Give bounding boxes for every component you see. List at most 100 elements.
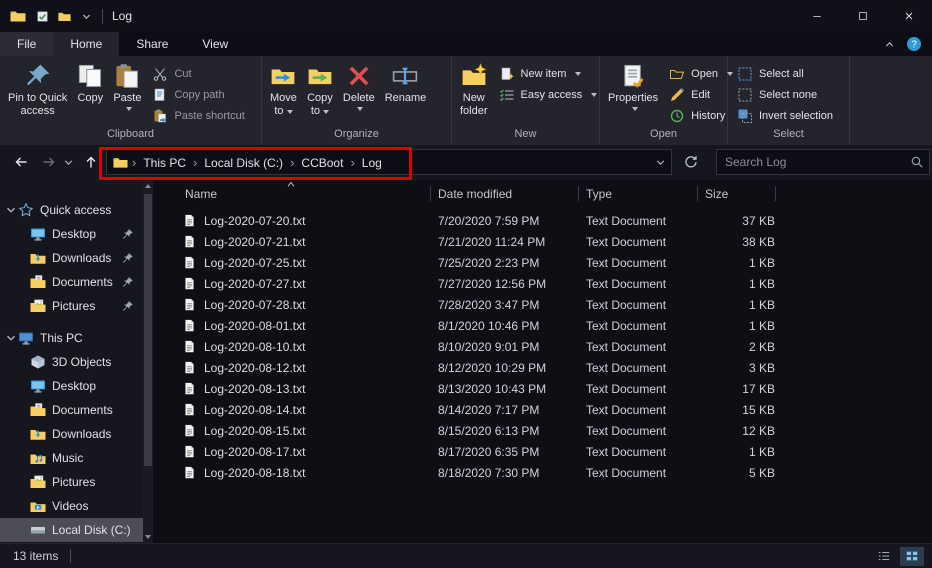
sidebar-item-music[interactable]: Music (0, 446, 143, 470)
sidebar-item-local-disk-c[interactable]: Local Disk (C:) (0, 518, 143, 542)
tab-view[interactable]: View (185, 32, 245, 56)
help-icon[interactable]: ? (906, 36, 922, 52)
file-type: Text Document (578, 277, 697, 291)
breadcrumb-chevron-icon[interactable]: › (286, 155, 298, 170)
sidebar-item-documents[interactable]: Documents (0, 398, 143, 422)
file-row[interactable]: Log-2020-08-10.txt8/10/2020 9:01 PMText … (153, 336, 932, 357)
new-item-button[interactable]: New item (493, 63, 604, 84)
file-name: Log-2020-08-14.txt (204, 403, 305, 417)
column-divider[interactable] (697, 186, 698, 201)
file-row[interactable]: Log-2020-08-01.txt8/1/2020 10:46 PMText … (153, 315, 932, 336)
copy-button[interactable]: Copy (72, 59, 108, 105)
ribbon: Pin to Quick access Copy Paste Cut (0, 56, 932, 145)
sidebar-item-desktop[interactable]: Desktop (0, 374, 143, 398)
select-none-button[interactable]: Select none (731, 84, 839, 105)
up-button[interactable] (78, 149, 104, 175)
column-header-type[interactable]: Type (578, 187, 697, 201)
file-row[interactable]: Log-2020-07-21.txt7/21/2020 11:24 PMText… (153, 231, 932, 252)
thumbnails-view-button[interactable] (900, 547, 924, 566)
breadcrumb-item[interactable]: Local Disk (C:) (201, 156, 286, 170)
details-view-button[interactable] (872, 547, 896, 566)
sidebar-item-quick-access[interactable]: Quick access (0, 198, 143, 222)
file-row[interactable]: Log-2020-07-28.txt7/28/2020 3:47 PMText … (153, 294, 932, 315)
file-row[interactable]: Log-2020-08-18.txt8/18/2020 7:30 PMText … (153, 462, 932, 483)
file-type: Text Document (578, 235, 697, 249)
recent-locations-button[interactable] (60, 149, 76, 175)
sidebar-item-desktop[interactable]: Desktop (0, 222, 143, 246)
file-row[interactable]: Log-2020-08-14.txt8/14/2020 7:17 PMText … (153, 399, 932, 420)
refresh-button[interactable] (678, 149, 704, 175)
tab-home[interactable]: Home (53, 32, 119, 56)
address-dropdown-chevron-icon[interactable] (654, 156, 667, 169)
forward-button[interactable] (36, 149, 62, 175)
text-file-icon (183, 297, 196, 312)
column-divider[interactable] (775, 186, 776, 201)
move-to-button[interactable]: Move to (265, 59, 302, 118)
sidebar-item-videos[interactable]: Videos (0, 494, 143, 518)
delete-button[interactable]: Delete (338, 59, 380, 113)
ribbon-group-open: Properties Open Edit History (600, 56, 728, 145)
column-divider[interactable] (578, 186, 579, 201)
file-row[interactable]: Log-2020-07-27.txt7/27/2020 12:56 PMText… (153, 273, 932, 294)
file-name: Log-2020-08-10.txt (204, 340, 305, 354)
breadcrumb-item[interactable]: This PC (140, 156, 189, 170)
file-row[interactable]: Log-2020-08-12.txt8/12/2020 10:29 PMText… (153, 357, 932, 378)
breadcrumb-chevron-icon[interactable]: › (189, 155, 201, 170)
sidebar-item-this-pc[interactable]: This PC (0, 326, 143, 350)
address-bar[interactable]: ›This PC›Local Disk (C:)›CCBoot›Log (106, 149, 672, 175)
copy-path-button[interactable]: Copy path (146, 84, 250, 105)
chevron-down-icon[interactable] (4, 203, 18, 217)
file-row[interactable]: Log-2020-08-15.txt8/15/2020 6:13 PMText … (153, 420, 932, 441)
tab-share[interactable]: Share (119, 32, 185, 56)
breadcrumb-chevron-icon[interactable]: › (346, 155, 358, 170)
customize-toolbar-chevron-icon[interactable] (80, 10, 93, 23)
copy-to-button[interactable]: Copy to (302, 59, 338, 118)
column-header-date-modified[interactable]: Date modified (430, 187, 578, 201)
file-name: Log-2020-08-17.txt (204, 445, 305, 459)
search-input[interactable] (716, 149, 930, 175)
sidebar-item-pictures[interactable]: Pictures (0, 294, 143, 318)
column-header-size[interactable]: Size (697, 187, 775, 201)
sidebar-item-downloads[interactable]: Downloads (0, 422, 143, 446)
maximize-button[interactable] (840, 0, 886, 32)
breadcrumb-item[interactable]: Log (359, 156, 385, 170)
scroll-up-arrow-icon[interactable] (145, 184, 151, 188)
file-list-body: Log-2020-07-20.txt7/20/2020 7:59 PMText … (153, 210, 932, 543)
minimize-button[interactable] (794, 0, 840, 32)
select-all-button[interactable]: Select all (731, 63, 839, 84)
breadcrumb-item[interactable]: CCBoot (298, 156, 346, 170)
sidebar-item-downloads[interactable]: Downloads (0, 246, 143, 270)
sidebar-item-documents[interactable]: Documents (0, 270, 143, 294)
pin-to-quick-access-button[interactable]: Pin to Quick access (3, 59, 72, 118)
file-name: Log-2020-08-12.txt (204, 361, 305, 375)
sidebar-scrollbar[interactable] (143, 180, 153, 543)
cut-button[interactable]: Cut (146, 63, 250, 84)
sidebar-item-pictures[interactable]: Pictures (0, 470, 143, 494)
column-header-name[interactable]: Name (153, 187, 430, 201)
search-icon[interactable] (910, 155, 924, 169)
file-row[interactable]: Log-2020-07-20.txt7/20/2020 7:59 PMText … (153, 210, 932, 231)
scroll-down-arrow-icon[interactable] (145, 535, 151, 539)
scrollbar-thumb[interactable] (144, 194, 152, 466)
column-divider[interactable] (430, 186, 431, 201)
new-folder-shortcut-icon[interactable] (58, 10, 71, 23)
file-row[interactable]: Log-2020-08-13.txt8/13/2020 10:43 PMText… (153, 378, 932, 399)
sidebar-item-3d-objects[interactable]: 3D Objects (0, 350, 143, 374)
properties-button[interactable]: Properties (603, 59, 663, 113)
file-row[interactable]: Log-2020-08-17.txt8/17/2020 6:35 PMText … (153, 441, 932, 462)
back-button[interactable] (8, 149, 34, 175)
paste-shortcut-button[interactable]: Paste shortcut (146, 105, 250, 126)
tab-file[interactable]: File (0, 32, 53, 56)
new-folder-button[interactable]: New folder (455, 59, 493, 118)
chevron-down-icon[interactable] (4, 331, 18, 345)
paste-button[interactable]: Paste (108, 59, 146, 113)
file-row[interactable]: Log-2020-07-25.txt7/25/2020 2:23 PMText … (153, 252, 932, 273)
ribbon-collapse-icon[interactable] (883, 38, 896, 51)
open-folder-icon (669, 66, 685, 82)
rename-button[interactable]: Rename (380, 59, 432, 105)
easy-access-button[interactable]: Easy access (493, 84, 604, 105)
invert-selection-button[interactable]: Invert selection (731, 105, 839, 126)
properties-shortcut-icon[interactable] (36, 10, 49, 23)
close-button[interactable] (886, 0, 932, 32)
breadcrumb-chevron-icon[interactable]: › (128, 155, 140, 170)
